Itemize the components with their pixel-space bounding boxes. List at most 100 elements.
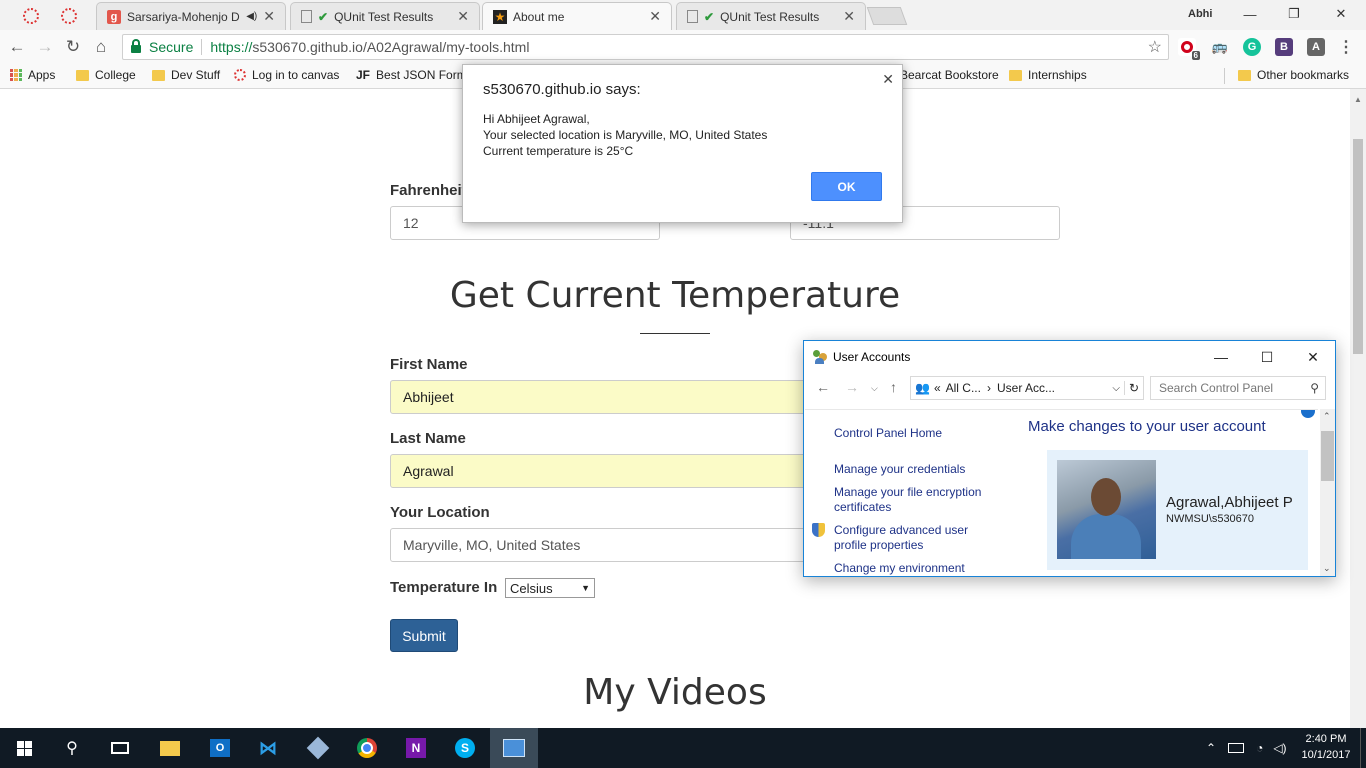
bookmark-college[interactable]: College [76,68,136,82]
grammarly-icon[interactable]: G [1243,38,1261,56]
avatar[interactable] [1057,460,1156,559]
virtualbox-icon[interactable] [294,728,342,768]
close-window-icon[interactable]: ✕ [1320,3,1362,25]
ua-search-input[interactable]: Search Control Panel ⚲ [1150,376,1326,400]
scroll-up-arrow-icon[interactable]: ▲ [1354,95,1362,104]
ua-scrollbar-thumb[interactable] [1321,431,1334,481]
close-tab-icon[interactable]: ✕ [457,8,469,25]
secure-label[interactable]: Secure [149,39,193,55]
skype-icon[interactable]: S [441,728,489,768]
back-arrow-icon[interactable]: ← [6,36,28,58]
ua-back-icon[interactable]: ← [816,379,830,395]
ua-forward-icon[interactable]: → [845,379,859,395]
ua-recent-icon[interactable]: ⌵ [871,383,878,394]
visual-studio-icon[interactable]: ⋈ [244,728,292,768]
ua-path-all-control-panel[interactable]: All C... [946,381,981,395]
ua-scrollbar[interactable]: ⌃ ⌄ [1320,409,1335,576]
ua-scroll-up-icon[interactable]: ⌃ [1323,411,1331,422]
tab-qunit-1[interactable]: ✔ QUnit Test Results ✕ [290,2,480,30]
angular-icon[interactable]: A [1307,38,1325,56]
windows-start-icon[interactable] [0,728,48,768]
bookmark-other[interactable]: Other bookmarks [1238,68,1349,82]
tab-about-me[interactable]: ★ About me ✕ [482,2,672,30]
bookmark-internships[interactable]: Internships [1009,68,1087,82]
file-explorer-icon[interactable] [146,728,194,768]
bookmark-star-icon[interactable]: ☆ [1148,37,1162,57]
ua-path-overflow[interactable]: « [934,381,941,395]
battery-icon[interactable] [1228,743,1245,753]
bookmark-apps[interactable]: Apps [10,68,55,82]
manage-encryption-link[interactable]: Manage your file encryption certificates [834,485,1004,515]
alert-line-greeting: Hi Abhijeet Agrawal, [483,112,590,126]
bookmark-json-formatter[interactable]: JF Best JSON Form [356,68,467,82]
fahrenheit-label: Fahrenheit [390,182,467,199]
ua-up-icon[interactable]: ↑ [890,379,897,395]
minimize-icon[interactable]: — [1229,3,1271,25]
last-name-input[interactable]: Agrawal [390,454,810,488]
task-view-icon[interactable] [96,728,144,768]
first-name-label: First Name [390,356,468,373]
volume-icon[interactable]: ◁) [1273,741,1286,755]
folder-icon [1238,69,1251,81]
pinned-tab[interactable] [52,2,86,30]
user-accounts-title: User Accounts [833,350,911,364]
dropdown-arrow-icon: ▼ [581,583,590,593]
restore-icon[interactable]: ❐ [1273,3,1315,25]
chrome-menu-icon[interactable]: ⋮ [1337,38,1355,56]
bus-extension-icon[interactable]: 🚌 [1211,38,1229,56]
wifi-icon[interactable]: ◔ [1256,741,1263,755]
change-environment-link[interactable]: Change my environment [834,561,965,576]
manage-credentials-link[interactable]: Manage your credentials [834,462,965,477]
configure-profile-link[interactable]: Configure advanced user profile properti… [834,523,984,553]
opera-extension-icon[interactable]: 6 [1178,38,1200,60]
bookmark-canvas[interactable]: Log in to canvas [234,68,339,82]
taskbar-clock[interactable]: 2:40 PM 10/1/2017 [1296,731,1356,763]
first-name-input[interactable]: Abhijeet [390,380,810,414]
notifications-icon[interactable] [1360,728,1366,768]
ua-maximize-icon[interactable]: ☐ [1244,343,1290,371]
onenote-icon[interactable]: N [392,728,440,768]
address-bar[interactable]: Secure https://s530670.github.io/A02Agra… [122,34,1169,60]
new-tab-button[interactable] [866,7,908,25]
ua-refresh-icon[interactable]: ↻ [1123,381,1143,395]
profile-name[interactable]: Abhi [1188,8,1212,20]
bookmark-bearcat-bookstore[interactable]: Bearcat Bookstore [900,68,999,82]
tray-overflow-icon[interactable]: ⌃ [1206,741,1216,755]
close-tab-icon[interactable]: ✕ [263,8,275,25]
temperature-unit-select[interactable]: Celsius ▼ [505,578,595,598]
control-panel-home-link[interactable]: Control Panel Home [834,426,942,441]
tab-sarsariya[interactable]: g Sarsariya-Mohenjo Da ◀) ✕ [96,2,286,30]
alert-line-location: Your selected location is Maryville, MO,… [483,128,768,142]
ua-close-icon[interactable]: ✕ [1290,343,1336,371]
alert-close-icon[interactable]: ✕ [882,71,894,88]
pinned-tab[interactable] [14,2,48,30]
help-icon[interactable] [1301,410,1315,418]
browser-toolbar: ← → ↻ ⌂ Secure https://s530670.github.io… [0,30,1366,64]
alert-ok-button[interactable]: OK [811,172,882,201]
page-scrollbar[interactable]: ▲ [1350,89,1366,728]
control-panel-taskbar-icon[interactable] [490,728,538,768]
ua-address-bar[interactable]: 👥 « All C... › User Acc... ⌵ ↻ [910,376,1144,400]
reload-icon[interactable]: ↻ [62,36,84,58]
outlook-icon[interactable]: O [196,728,244,768]
close-tab-icon[interactable]: ✕ [843,8,855,25]
location-input[interactable]: Maryville, MO, United States [390,528,810,562]
bootstrap-icon[interactable]: B [1275,38,1293,56]
ua-path-chevron-icon: › [986,381,991,395]
ua-scroll-down-icon[interactable]: ⌄ [1323,563,1331,574]
speaker-icon[interactable]: ◀) [246,11,257,22]
bookmark-dev-stuff[interactable]: Dev Stuff [152,68,220,82]
close-tab-icon[interactable]: ✕ [649,8,661,25]
star-icon: ★ [493,9,507,24]
ua-heading: Make changes to your user account [1028,418,1266,435]
ua-path-dropdown-icon[interactable]: ⌵ [1112,383,1120,394]
home-icon[interactable]: ⌂ [90,36,112,58]
chrome-icon[interactable] [343,728,391,768]
ua-path-user-accounts[interactable]: User Acc... [997,381,1055,395]
submit-button[interactable]: Submit [390,619,458,652]
forward-arrow-icon[interactable]: → [34,36,56,58]
search-icon[interactable]: ⚲ [48,728,96,768]
ua-minimize-icon[interactable]: — [1198,343,1244,371]
scrollbar-thumb[interactable] [1353,139,1363,354]
tab-qunit-2[interactable]: ✔ QUnit Test Results ✕ [676,2,866,30]
